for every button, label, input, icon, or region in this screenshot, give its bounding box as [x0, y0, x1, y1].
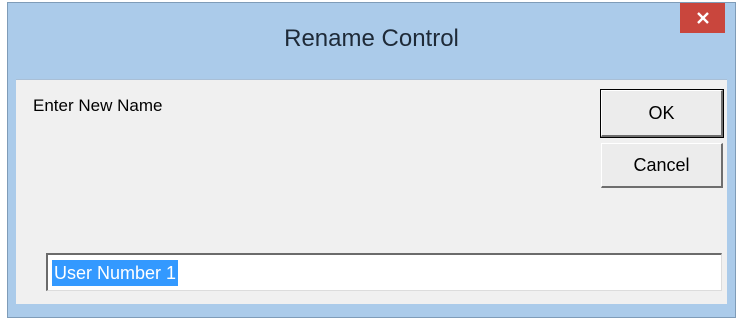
- prompt-label: Enter New Name: [33, 96, 163, 115]
- cancel-button[interactable]: Cancel: [601, 143, 723, 188]
- ok-button[interactable]: OK: [600, 89, 724, 138]
- window-title: Rename Control: [284, 25, 459, 52]
- dialog-body: Enter New Name OK Cancel User Number 1: [16, 79, 727, 304]
- close-icon: [696, 11, 710, 25]
- new-name-input[interactable]: User Number 1: [46, 253, 722, 291]
- selected-name-text: User Number 1: [52, 259, 179, 286]
- title-bar[interactable]: Rename Control: [8, 3, 735, 79]
- close-button[interactable]: [680, 3, 725, 33]
- rename-control-dialog: Rename Control Enter New Name OK Cancel …: [7, 2, 736, 318]
